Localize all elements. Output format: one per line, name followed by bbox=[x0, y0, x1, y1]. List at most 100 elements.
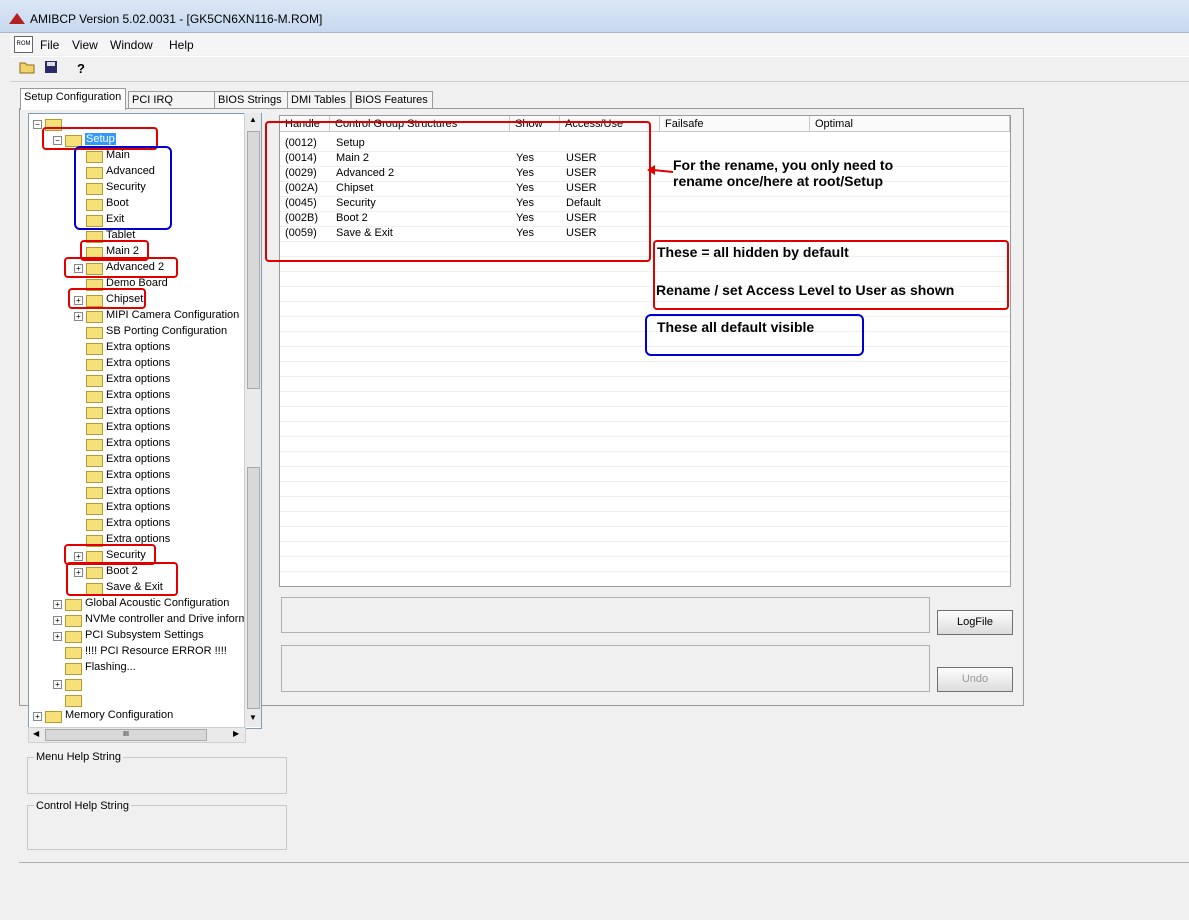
window-title: AMIBCP Version 5.02.0031 - [GK5CN6XN116-… bbox=[30, 12, 323, 26]
empty-row bbox=[280, 556, 1010, 572]
rename-note: For the rename, you only need to rename … bbox=[673, 157, 894, 189]
tab-setup-configuration[interactable]: Setup Configuration bbox=[20, 88, 126, 110]
empty-row bbox=[280, 466, 1010, 482]
save-icon[interactable] bbox=[42, 60, 60, 78]
annotation-box bbox=[64, 257, 178, 278]
annotation-table-box bbox=[265, 121, 651, 262]
folder-icon bbox=[65, 647, 82, 659]
undo-panel bbox=[281, 645, 930, 692]
tab-dmi-tables[interactable]: DMI Tables bbox=[287, 91, 351, 109]
tree-item-label: PCI Subsystem Settings bbox=[85, 629, 204, 641]
folder-icon bbox=[86, 359, 103, 371]
scrollbar-thumb[interactable] bbox=[247, 467, 260, 709]
empty-row bbox=[280, 496, 1010, 512]
tree-item-label: !!!! PCI Resource ERROR !!!! bbox=[85, 645, 227, 657]
hidden-note-line1: These = all hidden by default bbox=[657, 244, 849, 260]
folder-icon bbox=[86, 407, 103, 419]
column-header-optimal[interactable]: Optimal bbox=[810, 116, 1010, 132]
menu-help-label: Menu Help String bbox=[34, 751, 123, 763]
tree-item-label: Global Acoustic Configuration bbox=[85, 597, 230, 609]
folder-icon bbox=[65, 599, 82, 611]
tree-item-label: Extra options bbox=[106, 469, 171, 481]
tree-item-label: Extra options bbox=[106, 501, 171, 513]
expand-icon[interactable]: + bbox=[33, 712, 42, 721]
tree-item-label: Extra options bbox=[106, 405, 171, 417]
tree-horizontal-scrollbar[interactable]: ◀ III ▶ bbox=[28, 727, 246, 743]
folder-icon bbox=[45, 711, 62, 723]
menu-window[interactable]: Window bbox=[110, 38, 153, 52]
collapse-icon[interactable]: − bbox=[33, 120, 42, 129]
folder-icon bbox=[86, 487, 103, 499]
tree-item-label: SB Porting Configuration bbox=[106, 325, 228, 337]
menu-file[interactable]: File bbox=[40, 38, 59, 52]
tab-bios-strings[interactable]: BIOS Strings bbox=[214, 91, 290, 109]
scrollbar-thumb[interactable] bbox=[247, 131, 260, 389]
folder-icon bbox=[65, 631, 82, 643]
undo-button[interactable]: Undo bbox=[937, 667, 1013, 692]
folder-icon bbox=[86, 423, 103, 435]
annotation-box bbox=[68, 288, 146, 309]
empty-row bbox=[280, 451, 1010, 467]
tree-item-label: Extra options bbox=[106, 485, 171, 497]
scroll-right-icon[interactable]: ▶ bbox=[233, 729, 239, 738]
tree-item-label: Extra options bbox=[106, 437, 171, 449]
menu-help[interactable]: Help bbox=[169, 38, 194, 52]
log-panel bbox=[281, 597, 930, 633]
folder-icon bbox=[86, 327, 103, 339]
expand-icon[interactable]: + bbox=[74, 312, 83, 321]
folder-icon bbox=[86, 455, 103, 467]
folder-icon bbox=[86, 519, 103, 531]
tab-pci-irq-routing[interactable]: PCI IRQ Routing bbox=[128, 91, 216, 123]
tree-item-label: Extra options bbox=[106, 421, 171, 433]
column-header-failsafe[interactable]: Failsafe bbox=[660, 116, 810, 132]
divider bbox=[19, 862, 1189, 863]
control-help-label: Control Help String bbox=[34, 800, 131, 812]
folder-icon bbox=[65, 663, 82, 675]
folder-icon bbox=[86, 391, 103, 403]
folder-icon bbox=[86, 503, 103, 515]
menu-view[interactable]: View bbox=[72, 38, 98, 52]
empty-row bbox=[280, 361, 1010, 377]
folder-icon bbox=[86, 471, 103, 483]
scroll-left-icon[interactable]: ◀ bbox=[33, 729, 39, 738]
annotation-box bbox=[66, 562, 178, 596]
tree-item-label: Extra options bbox=[106, 389, 171, 401]
expand-icon[interactable]: + bbox=[53, 616, 62, 625]
help-icon[interactable]: ? bbox=[72, 60, 90, 78]
empty-row bbox=[280, 436, 1010, 452]
open-folder-icon[interactable] bbox=[18, 60, 36, 78]
folder-icon bbox=[65, 679, 82, 691]
menu-bar: ROM File View Window Help bbox=[10, 33, 1189, 55]
empty-row bbox=[280, 541, 1010, 557]
scroll-down-icon[interactable]: ▼ bbox=[249, 713, 257, 722]
tree-item-label: Memory Configuration bbox=[65, 709, 174, 721]
toolbar: ? bbox=[10, 56, 1189, 82]
expand-icon[interactable]: + bbox=[53, 600, 62, 609]
empty-row bbox=[280, 376, 1010, 392]
annotation-box bbox=[74, 146, 172, 230]
folder-icon bbox=[65, 695, 82, 707]
logfile-button[interactable]: LogFile bbox=[937, 610, 1013, 635]
empty-row bbox=[280, 421, 1010, 437]
hidden-note-line2: Rename / set Access Level to User as sho… bbox=[656, 282, 955, 298]
empty-row bbox=[280, 511, 1010, 527]
scroll-up-icon[interactable]: ▲ bbox=[249, 115, 257, 124]
document-icon[interactable]: ROM bbox=[14, 36, 33, 53]
empty-row bbox=[280, 391, 1010, 407]
tree-item-label: Extra options bbox=[106, 357, 171, 369]
app-icon bbox=[9, 13, 25, 24]
expand-icon[interactable]: + bbox=[53, 680, 62, 689]
empty-row bbox=[280, 406, 1010, 422]
scrollbar-thumb[interactable]: III bbox=[45, 729, 207, 741]
tab-bios-features[interactable]: BIOS Features bbox=[351, 91, 433, 109]
empty-row bbox=[280, 526, 1010, 542]
folder-icon bbox=[86, 375, 103, 387]
title-bar: AMIBCP Version 5.02.0031 - [GK5CN6XN116-… bbox=[0, 0, 1189, 33]
folder-icon bbox=[86, 311, 103, 323]
visible-note: These all default visible bbox=[657, 319, 815, 335]
expand-icon[interactable]: + bbox=[53, 632, 62, 641]
tree-item-label: Extra options bbox=[106, 453, 171, 465]
tree-vertical-scrollbar[interactable]: ▲ ▼ bbox=[244, 113, 261, 727]
tree-item-label: Flashing... bbox=[85, 661, 136, 673]
arrow-icon bbox=[647, 165, 674, 175]
